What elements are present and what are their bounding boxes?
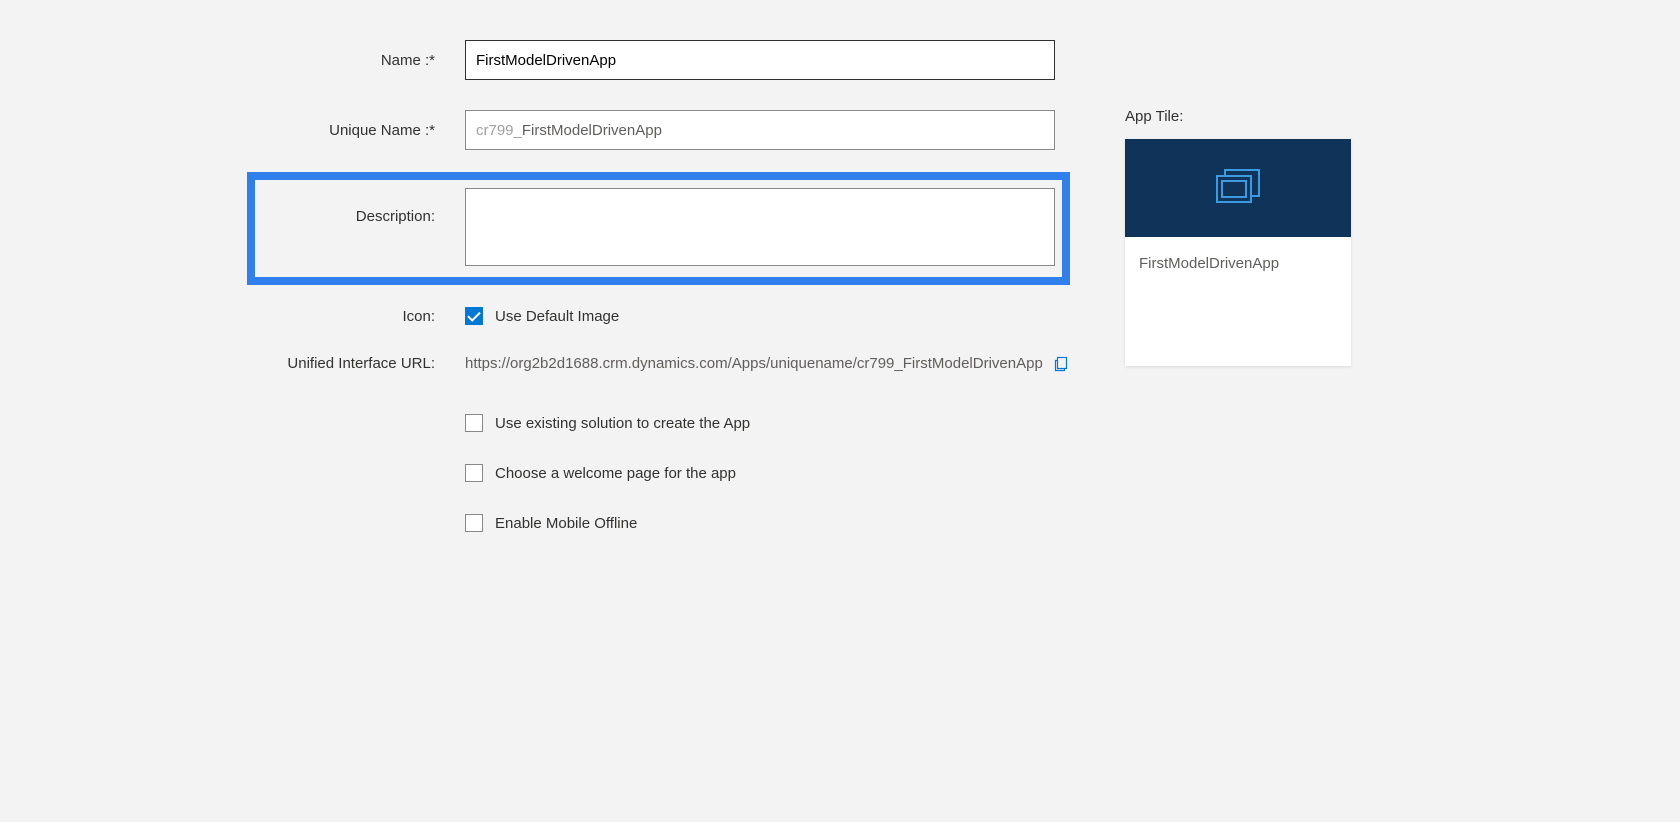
icon-row: Icon: Use Default Image bbox=[0, 307, 1090, 325]
use-existing-checkbox[interactable] bbox=[465, 414, 483, 432]
unique-name-value: FirstModelDrivenApp bbox=[522, 122, 662, 139]
welcome-page-checkbox[interactable] bbox=[465, 464, 483, 482]
welcome-page-label: Choose a welcome page for the app bbox=[495, 465, 736, 482]
unique-name-field-col: cr799_FirstModelDrivenApp bbox=[465, 110, 1055, 150]
app-tile-icon bbox=[1213, 166, 1263, 211]
name-input[interactable] bbox=[465, 40, 1055, 80]
name-label: Name :* bbox=[0, 52, 465, 69]
app-designer-form: Name :* Unique Name :* cr799_FirstModelD… bbox=[0, 0, 1090, 564]
app-tile-header bbox=[1125, 139, 1351, 237]
app-tile-panel: App Tile: FirstModelDrivenApp bbox=[1125, 108, 1351, 366]
mobile-offline-label: Enable Mobile Offline bbox=[495, 515, 637, 532]
use-default-image-label: Use Default Image bbox=[495, 308, 619, 325]
description-label: Description: bbox=[0, 188, 465, 225]
name-field-col bbox=[465, 40, 1055, 80]
mobile-offline-checkbox[interactable] bbox=[465, 514, 483, 532]
icon-label: Icon: bbox=[0, 308, 465, 325]
use-existing-label: Use existing solution to create the App bbox=[495, 415, 750, 432]
unique-name-input[interactable]: cr799_FirstModelDrivenApp bbox=[465, 110, 1055, 150]
mobile-offline-row: Enable Mobile Offline bbox=[465, 514, 1090, 532]
description-field-col bbox=[465, 188, 1055, 271]
app-tile-label: App Tile: bbox=[1125, 108, 1351, 125]
url-value: https://org2b2d1688.crm.dynamics.com/App… bbox=[465, 355, 1043, 372]
use-existing-row: Use existing solution to create the App bbox=[465, 414, 1090, 432]
url-field-col: https://org2b2d1688.crm.dynamics.com/App… bbox=[465, 355, 1069, 372]
app-tile-name: FirstModelDrivenApp bbox=[1125, 237, 1351, 290]
name-row: Name :* bbox=[0, 40, 1090, 80]
unique-name-prefix: cr799_ bbox=[476, 122, 522, 139]
description-textarea[interactable] bbox=[465, 188, 1055, 266]
app-tile: FirstModelDrivenApp bbox=[1125, 139, 1351, 366]
description-row: Description: bbox=[0, 180, 1090, 271]
use-default-image-checkbox[interactable] bbox=[465, 307, 483, 325]
welcome-page-row: Choose a welcome page for the app bbox=[465, 464, 1090, 482]
unique-name-label: Unique Name :* bbox=[0, 122, 465, 139]
copy-url-icon[interactable] bbox=[1053, 356, 1069, 372]
unique-name-row: Unique Name :* cr799_FirstModelDrivenApp bbox=[0, 110, 1090, 150]
url-label: Unified Interface URL: bbox=[0, 355, 465, 372]
url-row: Unified Interface URL: https://org2b2d16… bbox=[0, 355, 1090, 372]
icon-field-col: Use Default Image bbox=[465, 307, 1055, 325]
